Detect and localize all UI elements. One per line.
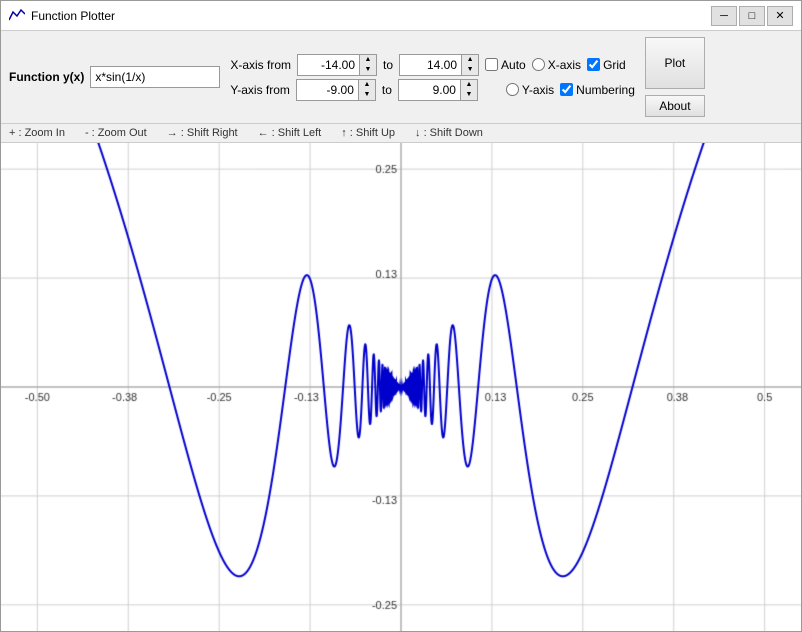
xaxis-to-up[interactable]: ▲ [462,55,478,65]
xaxis-radio-label[interactable]: X-axis [532,58,581,72]
xaxis-row: X-axis from ▲ ▼ to ▲ ▼ [230,54,635,76]
plot-button[interactable]: Plot [645,37,705,89]
yaxis-from-up[interactable]: ▲ [359,80,375,90]
xaxis-to-spinfield: ▲ ▼ [399,54,479,76]
xaxis-to-down[interactable]: ▼ [462,65,478,75]
window-controls: ─ □ ✕ [711,6,793,26]
window-title: Function Plotter [31,9,711,23]
maximize-button[interactable]: □ [739,6,765,26]
yaxis-from-input[interactable] [296,79,358,101]
yaxis-radio-label[interactable]: Y-axis [506,83,554,97]
yaxis-row: Y-axis from ▲ ▼ to ▲ ▼ [230,79,635,101]
numbering-checkbox[interactable] [560,83,573,96]
yaxis-label: Y-axis from [230,83,290,97]
xaxis-from-input[interactable] [297,54,359,76]
hint-shift-down: ↓ : Shift Down [415,127,483,139]
function-label: Function y(x) [9,70,84,84]
hint-shift-right: → : Shift Right [167,127,238,139]
yaxis-to-input[interactable] [398,79,460,101]
main-window: Function Plotter ─ □ ✕ Function y(x) X-a… [0,0,802,632]
xaxis-label: X-axis from [230,58,291,72]
app-icon [9,8,25,24]
hint-zoom-in: + : Zoom In [9,127,65,139]
minimize-button[interactable]: ─ [711,6,737,26]
xaxis-from-spinfield: ▲ ▼ [297,54,377,76]
hint-zoom-out: - : Zoom Out [85,127,147,139]
yaxis-radio-text: Y-axis [522,83,554,97]
hint-shift-left: ← : Shift Left [258,127,322,139]
function-input[interactable] [90,66,220,88]
xaxis-from-up[interactable]: ▲ [360,55,376,65]
auto-checkbox-label[interactable]: Auto [485,58,526,72]
yaxis-radio[interactable] [506,83,519,96]
xaxis-to-input[interactable] [399,54,461,76]
xaxis-to-label: to [383,58,393,72]
hint-shift-up: ↑ : Shift Up [341,127,395,139]
controls-panel: X-axis from ▲ ▼ to ▲ ▼ [230,54,635,101]
xaxis-radio-text: X-axis [548,58,581,72]
yaxis-from-down[interactable]: ▼ [359,90,375,100]
about-button[interactable]: About [645,95,705,117]
yaxis-to-label: to [382,83,392,97]
numbering-checkbox-label[interactable]: Numbering [560,83,635,97]
xaxis-from-down[interactable]: ▼ [360,65,376,75]
toolbar: Function y(x) X-axis from ▲ ▼ to ▲ [1,31,801,124]
yaxis-to-up[interactable]: ▲ [461,80,477,90]
yaxis-from-spinfield: ▲ ▼ [296,79,376,101]
yaxis-to-spinfield: ▲ ▼ [398,79,478,101]
auto-checkbox[interactable] [485,58,498,71]
close-button[interactable]: ✕ [767,6,793,26]
yaxis-to-down[interactable]: ▼ [461,90,477,100]
grid-label: Grid [603,58,626,72]
xaxis-radio[interactable] [532,58,545,71]
grid-checkbox[interactable] [587,58,600,71]
action-buttons: Plot About [645,37,705,117]
grid-checkbox-label[interactable]: Grid [587,58,626,72]
title-bar: Function Plotter ─ □ ✕ [1,1,801,31]
numbering-label: Numbering [576,83,635,97]
auto-label: Auto [501,58,526,72]
plot-canvas[interactable] [1,143,801,631]
plot-area[interactable] [1,143,801,631]
hints-bar: + : Zoom In - : Zoom Out → : Shift Right… [1,124,801,143]
